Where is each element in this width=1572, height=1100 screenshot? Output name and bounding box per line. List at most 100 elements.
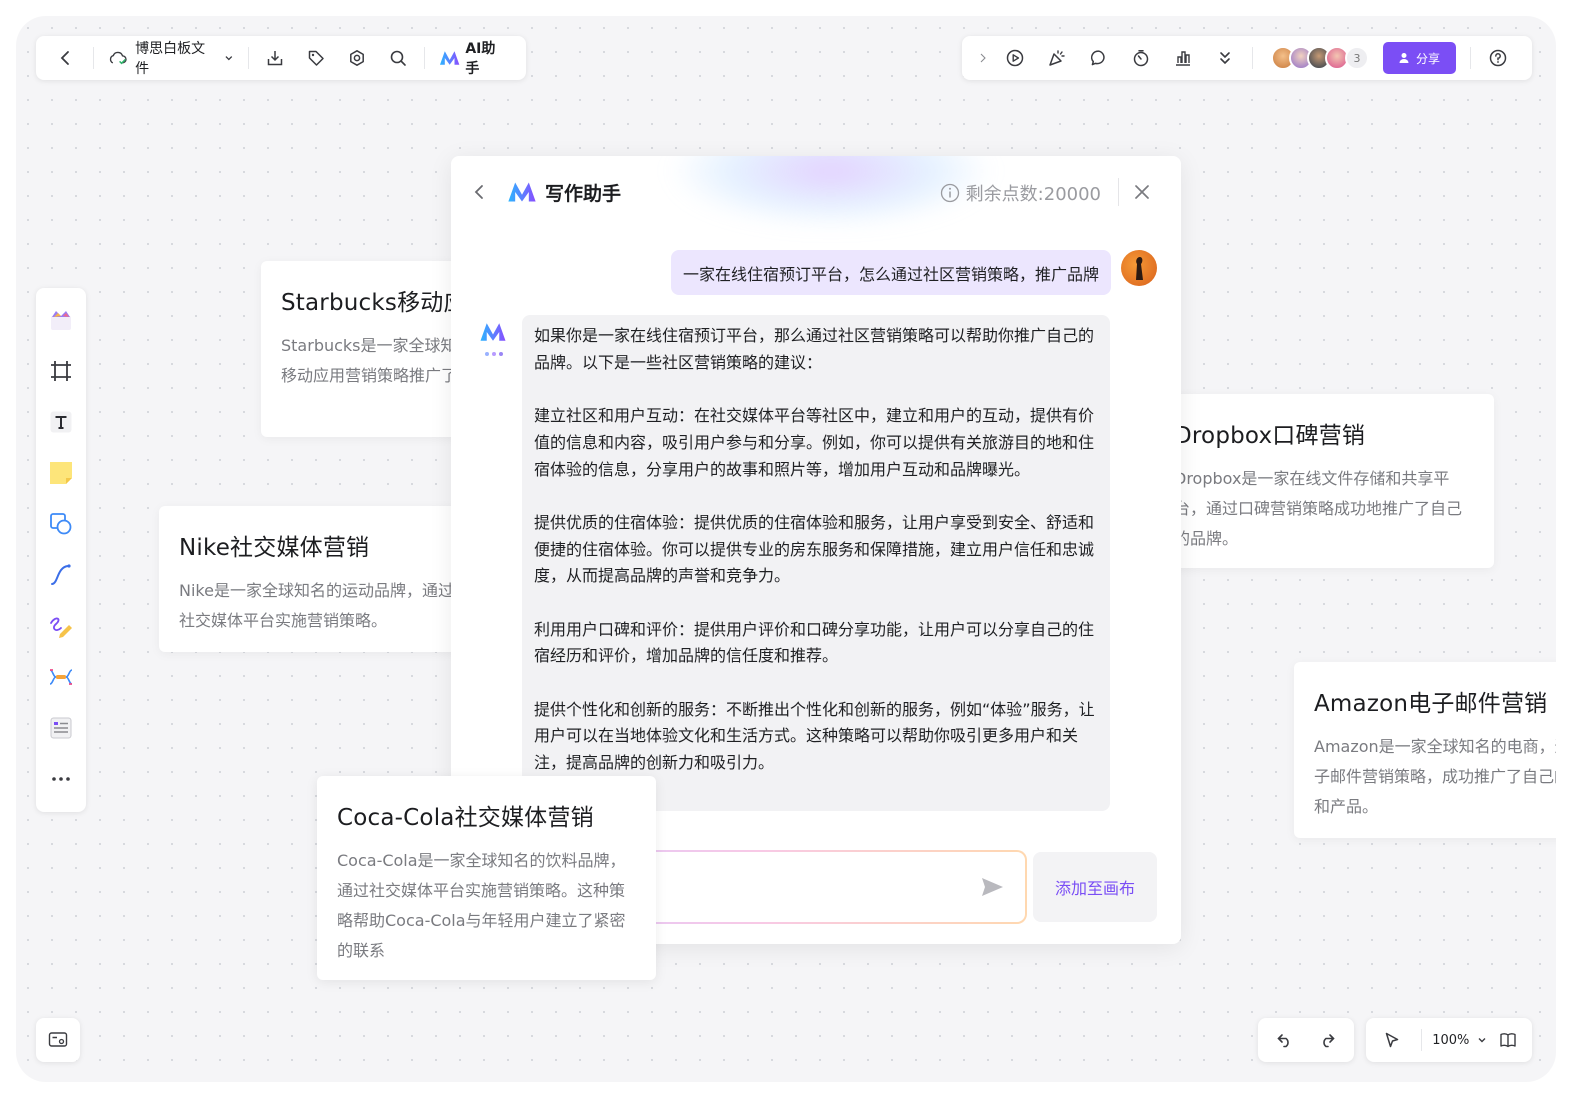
card-title: Nike社交媒体营销 [179, 535, 370, 561]
history-controls [1258, 1018, 1354, 1062]
back-button[interactable] [46, 36, 87, 80]
party-popper-icon [1049, 50, 1065, 66]
connector-tool[interactable] [36, 549, 86, 600]
card-body: Coca-Cola是一家全球知名的饮料品牌，通过社交媒体平台实施营销策略。这种策… [337, 851, 626, 960]
credits-text: 剩余点数:20000 [965, 184, 1101, 205]
collaborators[interactable]: 3 [1271, 46, 1369, 70]
help-button[interactable] [1477, 36, 1519, 80]
gear-icon [349, 50, 364, 66]
collaborator-count: 3 [1345, 46, 1369, 70]
card-body: Dropbox是一家在线文件存储和共享平台，通过口碑营销策略成功地推广了自己的品… [1174, 469, 1463, 548]
zoom-level: 100% [1432, 1032, 1470, 1048]
comment-button[interactable] [1078, 36, 1120, 80]
more-tools-button[interactable] [36, 753, 86, 804]
header-divider [1118, 178, 1119, 206]
response-paragraph: 建立社区和用户互动：在社交媒体平台等社区中，建立和用户的互动，提供有价值的信息和… [534, 406, 1095, 479]
minimap-icon [48, 1032, 68, 1047]
shapes-icon [50, 512, 72, 534]
tag-button[interactable] [296, 36, 337, 80]
card-cocacola[interactable]: Coca-Cola社交媒体营销 Coca-Cola是一家全球知名的饮料品牌，通过… [317, 776, 656, 980]
top-right-toolbar: 3 分享 [962, 36, 1532, 80]
chevron-left-icon [61, 51, 70, 65]
search-button[interactable] [377, 36, 418, 80]
card-title: Dropbox口碑营销 [1174, 423, 1366, 449]
template-icon [51, 310, 71, 330]
pen-icon [50, 617, 72, 638]
user-message: 一家在线住宿预订平台，怎么通过社区营销策略，推广品牌 [670, 250, 1111, 295]
card-title: Amazon电子邮件营销 [1314, 691, 1548, 717]
card-body: Amazon是一家全球知名的电商，通过电子邮件营销策略，成功推广了自己的品牌和产… [1314, 737, 1556, 816]
undo-button[interactable] [1267, 1018, 1303, 1062]
template-tool[interactable] [36, 294, 86, 345]
text-tool[interactable] [36, 396, 86, 447]
file-name: 博思白板文件 [135, 41, 206, 77]
select-tool-button[interactable] [1374, 1018, 1410, 1062]
present-button[interactable] [994, 36, 1036, 80]
more-dots-icon [52, 776, 70, 781]
close-button[interactable] [1121, 170, 1163, 214]
play-icon [1006, 49, 1024, 67]
response-paragraph: 提供优质的住宿体验：提供优质的住宿体验和服务，让用户享受到安全、舒适和便捷的住宿… [534, 512, 1095, 586]
chevron-down-icon [1478, 1038, 1486, 1043]
mind-map-tool[interactable] [36, 651, 86, 702]
timer-button[interactable] [1120, 36, 1162, 80]
frame-tool[interactable] [36, 345, 86, 396]
pen-tool[interactable] [36, 600, 86, 651]
cursor-icon [1385, 1032, 1399, 1048]
card-nike[interactable]: Nike社交媒体营销 Nike是一家全球知名的运动品牌，通过社交媒体平台实施营销… [159, 506, 489, 652]
panel-back-button[interactable] [465, 170, 495, 214]
cloud-synced-icon [109, 51, 127, 65]
divider [424, 47, 426, 69]
send-icon[interactable] [979, 874, 1005, 900]
close-icon [1135, 185, 1149, 199]
info-icon [940, 183, 959, 203]
response-paragraph: 如果你是一家在线住宿预订平台，那么通过社区营销策略可以帮助你推广自己的品牌。以下… [534, 326, 1095, 372]
user-avatar [1121, 250, 1157, 286]
help-icon [1489, 49, 1507, 67]
ai-assistant-button[interactable]: AI助手 [431, 38, 516, 78]
curve-connector-icon [51, 563, 71, 585]
chevron-down-icon [225, 56, 233, 61]
whiteboard-canvas[interactable]: 博思白板文件 AI助手 3 分享 Starbucks移动应用营销 Starbuc… [16, 16, 1556, 1082]
sticky-note-tool[interactable] [36, 447, 86, 498]
reading-mode-button[interactable] [1492, 1018, 1524, 1062]
timer-icon [1133, 50, 1149, 67]
share-label: 分享 [1416, 51, 1441, 66]
card-body: Nike是一家全球知名的运动品牌，通过社交媒体平台实施营销策略。 [179, 581, 454, 630]
ai-response: 如果你是一家在线住宿预订平台，那么通过社区营销策略可以帮助你推广自己的品牌。以下… [522, 315, 1110, 811]
add-user-icon [1399, 53, 1409, 63]
redo-icon [1323, 1034, 1335, 1048]
card-dropbox[interactable]: Dropbox口碑营销 Dropbox是一家在线文件存储和共享平台，通过口碑营销… [1154, 394, 1494, 568]
frame-icon [51, 360, 71, 381]
credits-remaining: 剩余点数:20000 [940, 180, 1101, 206]
collapse-toolbar-button[interactable] [972, 36, 994, 80]
divider [92, 47, 94, 69]
search-icon [390, 50, 406, 66]
sticky-note-icon [50, 461, 72, 484]
settings-button[interactable] [337, 36, 378, 80]
add-to-canvas-button[interactable]: 添加至画布 [1033, 852, 1157, 922]
list-card-icon [50, 717, 72, 738]
tag-icon [308, 50, 324, 66]
more-tools-button[interactable] [1204, 36, 1246, 80]
comment-icon [1090, 50, 1105, 66]
chevron-left-icon [474, 185, 483, 199]
file-name-dropdown[interactable]: 博思白板文件 [100, 36, 242, 80]
download-button[interactable] [255, 36, 296, 80]
ai-logo-icon [440, 51, 460, 65]
minimap-button[interactable] [36, 1018, 80, 1062]
divider [247, 47, 249, 69]
share-button[interactable]: 分享 [1383, 42, 1457, 74]
celebrate-button[interactable] [1036, 36, 1078, 80]
mind-map-icon [49, 668, 73, 685]
vote-button[interactable] [1162, 36, 1204, 80]
shape-tool[interactable] [36, 498, 86, 549]
tool-sidebar [36, 288, 86, 812]
divider [1420, 1029, 1422, 1051]
divider [1252, 47, 1253, 69]
zoom-dropdown[interactable]: 100% [1432, 1033, 1487, 1048]
redo-button[interactable] [1309, 1018, 1345, 1062]
table-tool[interactable] [36, 702, 86, 753]
card-amazon[interactable]: Amazon电子邮件营销 Amazon是一家全球知名的电商，通过电子邮件营销策略… [1294, 662, 1556, 838]
top-left-toolbar: 博思白板文件 AI助手 [36, 36, 526, 80]
